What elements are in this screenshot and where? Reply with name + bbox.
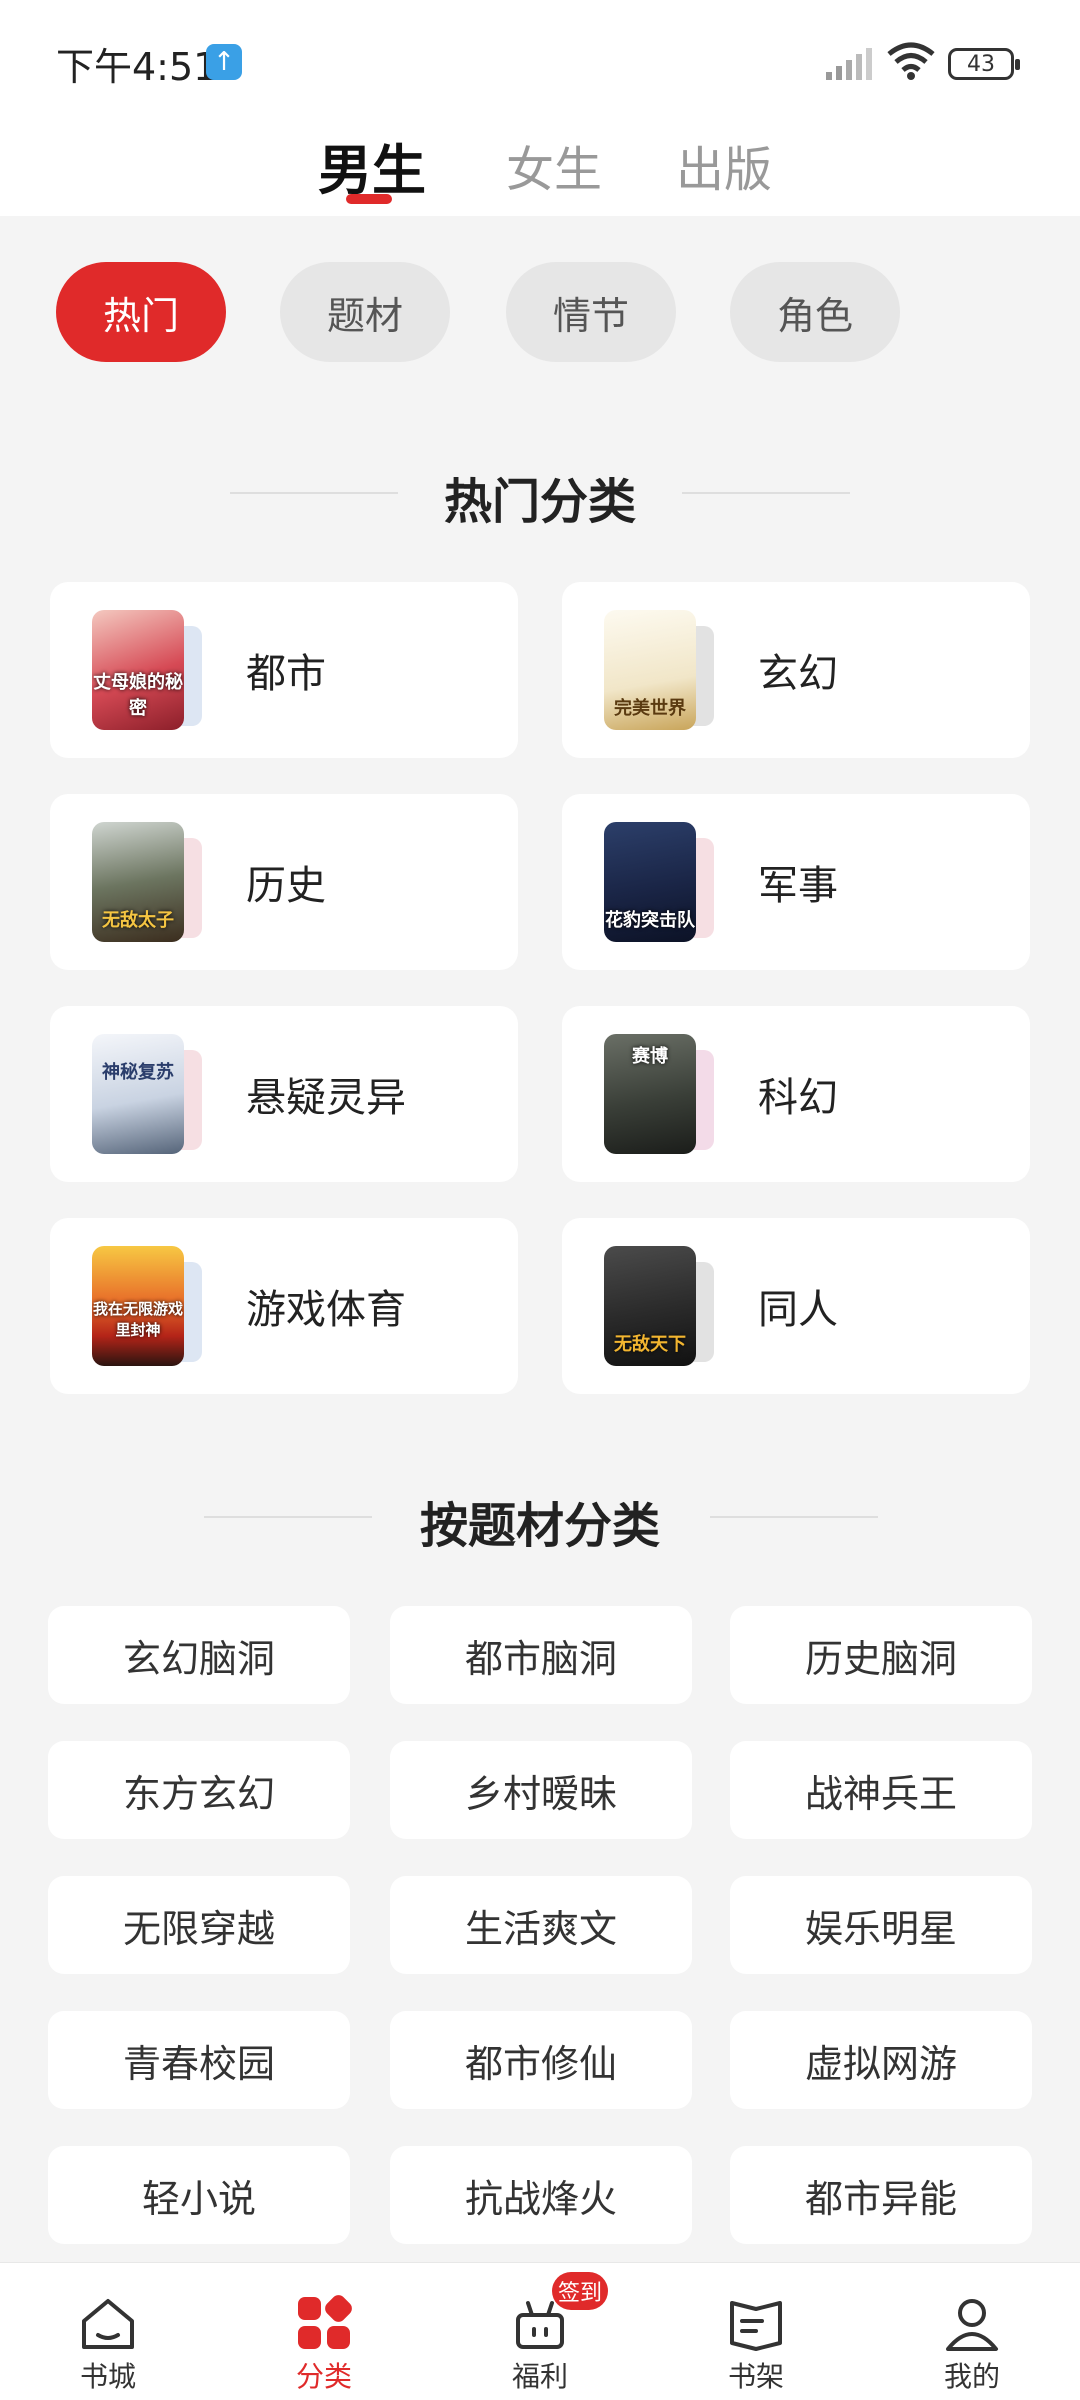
home-icon (82, 2299, 134, 2349)
nav-label: 书城 (79, 2360, 136, 2393)
wifi-icon (887, 42, 935, 80)
profile-icon (946, 2299, 998, 2351)
book-cover-image: 无敌天下 (604, 1246, 696, 1366)
book-cover-image: 赛博 (604, 1034, 696, 1154)
cover-title: 完美世界 (614, 698, 686, 719)
nav-label: 我的 (943, 2360, 1000, 2393)
book-cover-image: 我在无限游戏里封神 (92, 1246, 184, 1366)
category-label: 游戏体育 (246, 1287, 406, 1333)
status-time: 下午4:51 (56, 45, 218, 89)
category-icon (298, 2295, 352, 2349)
signal-icon (826, 48, 872, 80)
topic-tag[interactable]: 抗战烽火 (390, 2146, 692, 2244)
category-card-fantasy[interactable]: 完美世界 玄幻 (562, 582, 1030, 758)
filter-hot[interactable]: 热门 (56, 262, 226, 362)
tab-female[interactable]: 女生 (506, 130, 602, 200)
nav-label: 分类 (295, 2360, 352, 2393)
active-tab-indicator (346, 194, 392, 204)
book-cover-image: 无敌太子 (92, 822, 184, 942)
sign-in-badge[interactable]: 签到 (552, 2272, 608, 2310)
book-cover-image: 神秘复苏 (92, 1034, 184, 1154)
category-card-history[interactable]: 无敌太子 历史 (50, 794, 518, 970)
category-card-military[interactable]: 花豹突击队 军事 (562, 794, 1030, 970)
topic-tag[interactable]: 战神兵王 (730, 1741, 1032, 1839)
nav-label: 福利 (511, 2360, 568, 2393)
cover-title: 我在无限游戏里封神 (92, 1300, 183, 1339)
nav-profile[interactable]: 我的 (892, 2263, 1052, 2400)
topic-tag[interactable]: 娱乐明星 (730, 1876, 1032, 1974)
topic-tag[interactable]: 无限穿越 (48, 1876, 350, 1974)
category-card-urban[interactable]: 丈母娘的秘密 都市 (50, 582, 518, 758)
status-bar: 下午4:51 ↑ 43 (0, 0, 1080, 120)
topic-tag[interactable]: 青春校园 (48, 2011, 350, 2109)
bookshelf-icon (730, 2301, 782, 2351)
cover-title: 赛博 (632, 1046, 668, 1067)
topic-tag[interactable]: 都市脑洞 (390, 1606, 692, 1704)
filter-plot[interactable]: 情节 (506, 262, 676, 362)
category-label: 历史 (246, 863, 326, 909)
divider-right (710, 1516, 878, 1518)
topic-tag[interactable]: 东方玄幻 (48, 1741, 350, 1839)
gender-tabs: 男生 女生 出版 (0, 120, 1080, 216)
book-cover-image: 花豹突击队 (604, 822, 696, 942)
category-label: 悬疑灵异 (246, 1075, 406, 1121)
cover-title: 神秘复苏 (102, 1062, 174, 1083)
category-card-mystery[interactable]: 神秘复苏 悬疑灵异 (50, 1006, 518, 1182)
bottom-nav: 书城 分类 福利 书架 我的 (0, 2262, 1080, 2400)
category-label: 同人 (758, 1287, 838, 1333)
category-card-scifi[interactable]: 赛博 科幻 (562, 1006, 1030, 1182)
topic-tag[interactable]: 历史脑洞 (730, 1606, 1032, 1704)
nav-label: 书架 (727, 2360, 784, 2393)
category-card-gaming-sports[interactable]: 我在无限游戏里封神 游戏体育 (50, 1218, 518, 1394)
cover-title: 无敌天下 (614, 1334, 686, 1355)
topic-tag[interactable]: 都市异能 (730, 2146, 1032, 2244)
topic-tag[interactable]: 玄幻脑洞 (48, 1606, 350, 1704)
nav-category[interactable]: 分类 (244, 2263, 404, 2400)
category-page: 下午4:51 ↑ 43 男生 女生 出版 热门 题材 情节 角色 热门分类 丈母… (0, 0, 1080, 2400)
topic-tag[interactable]: 轻小说 (48, 2146, 350, 2244)
topic-tag[interactable]: 都市修仙 (390, 2011, 692, 2109)
nav-bookstore[interactable]: 书城 (28, 2263, 188, 2400)
battery-icon: 43 (948, 48, 1020, 80)
tab-publish[interactable]: 出版 (676, 130, 772, 200)
cover-title: 花豹突击队 (605, 910, 695, 931)
filter-role[interactable]: 角色 (730, 262, 900, 362)
book-cover-image: 完美世界 (604, 610, 696, 730)
book-cover-image: 丈母娘的秘密 (92, 610, 184, 730)
category-label: 军事 (758, 863, 838, 909)
category-card-fanfic[interactable]: 无敌天下 同人 (562, 1218, 1030, 1394)
category-label: 都市 (246, 651, 326, 697)
category-label: 玄幻 (758, 651, 838, 697)
nav-bookshelf[interactable]: 书架 (676, 2263, 836, 2400)
cover-title: 丈母娘的秘密 (93, 672, 183, 719)
category-label: 科幻 (758, 1075, 838, 1121)
topic-tag[interactable]: 生活爽文 (390, 1876, 692, 1974)
divider-right (682, 492, 850, 494)
topic-tag[interactable]: 乡村暧昧 (390, 1741, 692, 1839)
hot-section-title: 热门分类 (443, 474, 636, 530)
cover-title: 无敌太子 (102, 910, 174, 931)
topic-section-title: 按题材分类 (419, 1498, 660, 1554)
topic-tag[interactable]: 虚拟网游 (730, 2011, 1032, 2109)
upload-notification-icon: ↑ (206, 44, 242, 80)
filter-theme[interactable]: 题材 (280, 262, 450, 362)
